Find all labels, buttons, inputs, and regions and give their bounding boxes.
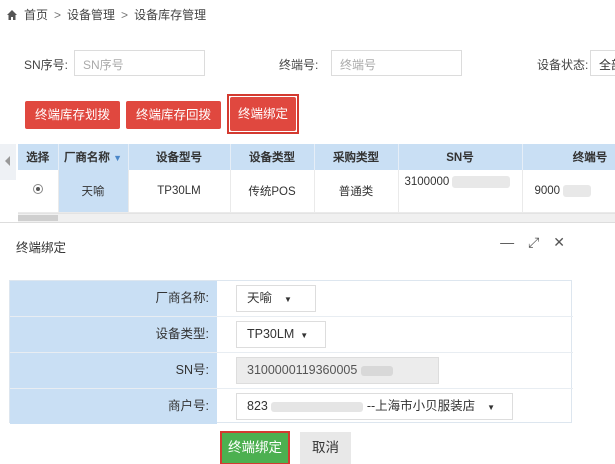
table-scroll-left[interactable]: [0, 144, 16, 180]
breadcrumb-device-management[interactable]: 设备管理: [67, 6, 115, 23]
status-filter-label: 设备状态:: [537, 58, 589, 72]
sn-label: SN号:: [10, 353, 217, 388]
redacted-area: [271, 401, 364, 412]
home-icon[interactable]: [6, 9, 18, 21]
breadcrumb: 首页 > 设备管理 > 设备库存管理: [6, 6, 206, 23]
table-row[interactable]: 天喻 TP30LM 传统POS 普通类 3100000 9000: [18, 170, 615, 213]
breadcrumb-separator: >: [54, 7, 62, 22]
merchant-number-prefix: 823: [247, 399, 268, 413]
column-header-model: 设备型号: [128, 144, 231, 170]
cell-sn: 3100000: [398, 170, 523, 213]
cancel-button[interactable]: 取消: [300, 432, 351, 464]
minimize-icon[interactable]: —: [500, 235, 514, 249]
redacted-area: [452, 176, 511, 188]
form-row-sn: SN号: 3100000119360005: [10, 353, 573, 389]
table-horizontal-scrollbar[interactable]: [18, 213, 615, 222]
cell-sn-value: 3100000: [404, 176, 450, 189]
form-row-device-type: 设备类型: TP30LM ▼: [10, 317, 573, 353]
cell-terminal-value: 9000: [534, 184, 561, 197]
row-radio[interactable]: [32, 184, 43, 195]
column-header-sn: SN号: [398, 144, 523, 170]
inventory-table: 选择 厂商名称 ▼ 设备型号 设备类型 采购类型 SN号 终端号 天喻 TP30…: [18, 144, 615, 214]
maximize-icon[interactable]: ⤢: [528, 235, 539, 249]
dialog-controls: — ⤢ ✕: [500, 235, 565, 249]
form-row-vendor: 厂商名称: 天喻 ▼: [10, 281, 573, 317]
sn-field: 3100000119360005: [236, 357, 439, 384]
column-header-select: 选择: [18, 144, 59, 170]
vendor-select[interactable]: 天喻 ▼: [236, 285, 316, 312]
dialog-buttons: 终端绑定 取消: [220, 431, 351, 464]
column-header-vendor[interactable]: 厂商名称 ▼: [58, 144, 129, 170]
confirm-bind-button[interactable]: 终端绑定: [222, 433, 288, 463]
redacted-area: [360, 365, 393, 376]
allocate-button[interactable]: 终端库存划拨: [25, 101, 121, 129]
cell-purchase-type: 普通类: [314, 170, 399, 213]
bind-form: 厂商名称: 天喻 ▼ 设备类型: TP30LM ▼ SN号: 31000001193…: [9, 280, 573, 425]
cell-vendor: 天喻: [58, 170, 129, 213]
vendor-select-value: 天喻: [247, 291, 273, 305]
bind-terminal-dialog: 终端绑定 — ⤢ ✕ 厂商名称: 天喻 ▼ 设备类型: TP30LM ▼ SN号: …: [0, 222, 615, 464]
confirm-button-highlight: 终端绑定: [220, 431, 290, 464]
breadcrumb-home[interactable]: 首页: [24, 6, 48, 23]
column-header-device-type: 设备类型: [230, 144, 315, 170]
merchant-select[interactable]: 823 --上海市小贝服装店 ▼: [236, 393, 513, 420]
recall-button[interactable]: 终端库存回拨: [126, 101, 222, 129]
bind-terminal-button[interactable]: 终端绑定: [230, 97, 297, 131]
bind-button-highlight: 终端绑定: [227, 94, 300, 134]
dropdown-caret-icon: ▼: [284, 295, 292, 304]
device-type-label: 设备类型:: [10, 317, 217, 352]
sort-desc-icon[interactable]: ▼: [113, 153, 122, 163]
device-type-select-value: TP30LM: [247, 327, 295, 341]
cell-device-type: 传统POS: [230, 170, 315, 213]
dropdown-caret-icon: ▼: [487, 403, 496, 412]
action-buttons: 终端库存划拨 终端库存回拨 终端绑定: [25, 94, 300, 134]
status-filter-select[interactable]: 全部: [590, 50, 615, 76]
close-icon[interactable]: ✕: [553, 235, 565, 249]
cell-terminal: 9000: [522, 170, 615, 213]
dialog-title: 终端绑定: [16, 241, 67, 255]
breadcrumb-inventory-management: 设备库存管理: [134, 8, 207, 22]
form-row-merchant: 商户号: 823 --上海市小贝服装店 ▼: [10, 389, 573, 425]
cell-model: TP30LM: [128, 170, 231, 213]
terminal-filter-label: 终端号:: [279, 58, 319, 72]
redacted-area: [563, 184, 592, 197]
sn-filter-input[interactable]: SN序号: [74, 50, 205, 76]
column-header-terminal: 终端号: [522, 144, 615, 170]
scrollbar-thumb[interactable]: [18, 215, 58, 221]
vendor-label: 厂商名称:: [10, 281, 217, 316]
merchant-label: 商户号:: [10, 389, 217, 424]
column-header-purchase-type: 采购类型: [314, 144, 399, 170]
sn-filter-label: SN序号:: [24, 58, 69, 72]
breadcrumb-separator: >: [121, 7, 129, 22]
table-header-row: 选择 厂商名称 ▼ 设备型号 设备类型 采购类型 SN号 终端号: [18, 144, 615, 170]
sn-field-value: 3100000119360005: [247, 363, 358, 377]
dropdown-caret-icon: ▼: [300, 331, 309, 340]
row-select-cell[interactable]: [18, 170, 59, 213]
filter-bar: SN序号: SN序号 终端号: 终端号 设备状态: 全部: [0, 48, 615, 78]
terminal-filter-input[interactable]: 终端号: [331, 50, 462, 76]
device-type-select[interactable]: TP30LM ▼: [236, 321, 326, 348]
merchant-name: --上海市小贝服装店: [366, 399, 476, 413]
